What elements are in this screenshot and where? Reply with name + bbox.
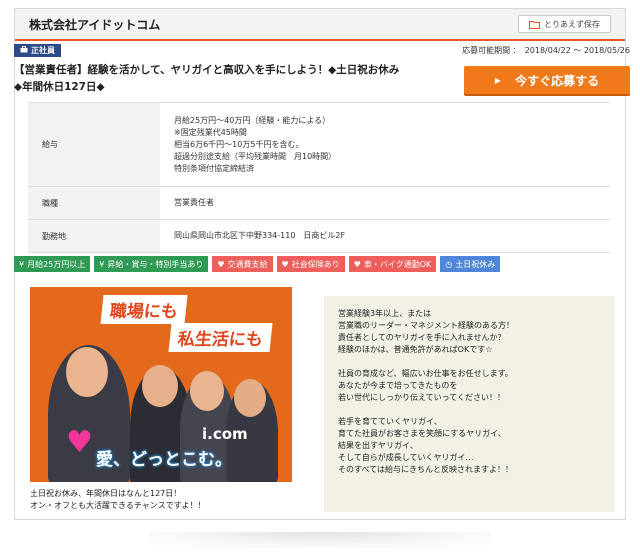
table-row: 勤務地 岡山県岡山市北区下中野334-110 日商ビル2F xyxy=(28,219,610,253)
caption-line: オン・オフとも大活躍できるチャンスですよ！！ xyxy=(30,501,206,510)
heart-icon: ♥ xyxy=(66,425,93,460)
heart-icon: ♥ xyxy=(281,259,289,269)
job-title[interactable]: 【営業責任者】経験を活かして、ヤリガイと高収入を手にしよう！◆土日祝お休み◆年間… xyxy=(14,62,404,96)
yen-icon: ¥ xyxy=(19,259,25,269)
description-line: あなたが今まで培ってきたものを xyxy=(338,381,458,390)
tag-salary: ¥ 月給25万円以上 xyxy=(14,256,91,272)
workplace-photo: 職場にも 私生活にも ♥ i.com 愛、どっとこむ。 xyxy=(30,287,292,482)
save-button[interactable]: とりあえず保存 xyxy=(518,15,611,33)
description-paragraph: 社員の育成など、幅広いお仕事をお任せします。 あなたが今まで培ってきたものを 若… xyxy=(338,368,600,404)
description-line: 結果を出すヤリガイ、 xyxy=(338,441,418,450)
period-label: 応募可能期間 ： xyxy=(462,46,521,55)
person-figure xyxy=(142,365,178,407)
clock-icon: ◷ xyxy=(445,259,453,269)
salary-key: 給与 xyxy=(28,102,160,187)
photo-slogan: 愛、どっとこむ。 xyxy=(96,450,232,470)
table-row: 給与 月給25万円～40万円（経験・能力による） ※固定残業代45時間 相当6万… xyxy=(28,102,610,187)
description-line: 若い世代にしっかり伝えていってください！！ xyxy=(338,393,505,402)
period-value: 2018/04/22 ～ 2018/05/26 xyxy=(524,46,630,55)
description-line: 経験のほかは、普通免許があればOKです☆ xyxy=(338,345,493,354)
salary-line: 超過分別途支給（平均残業時間 月10時間） xyxy=(174,151,337,161)
save-button-label: とりあえず保存 xyxy=(544,19,600,29)
heart-icon: ♥ xyxy=(217,259,225,269)
person-figure xyxy=(234,379,266,417)
tag-label: 車・バイク通勤OK xyxy=(363,259,432,269)
tag-commute: ♥ 車・バイク通勤OK xyxy=(348,256,437,272)
tag-insurance: ♥ 社会保険あり xyxy=(276,256,345,272)
heart-icon: ♥ xyxy=(353,259,361,269)
description-line: 若手を育てていくヤリガイ、 xyxy=(338,417,442,426)
photo-text-line1: 職場にも xyxy=(100,295,188,324)
description-line: 営業経験3年以上、または xyxy=(338,309,432,318)
feature-tags: ¥ 月給25万円以上 ¥ 昇給・賞与・特別手当あり ♥ 交通費支給 ♥ 社会保険あり ♥… xyxy=(14,256,501,272)
company-name[interactable]: 株式会社アイドットコム xyxy=(29,16,160,33)
meta-row: 正社員 応募可能期間 ： 2018/04/22 ～ 2018/05/26 xyxy=(14,44,630,58)
caption-line: 土日祝お休み、年間休日はなんと127日！ xyxy=(30,489,182,498)
briefcase-icon xyxy=(20,46,28,55)
apply-button[interactable]: ▶ 今すぐ応募する xyxy=(464,66,630,94)
play-icon: ▶ xyxy=(494,75,502,85)
description-line: 責任者としてのヤリガイを手に入れませんか？ xyxy=(338,333,506,342)
table-row: 職種 営業責任者 xyxy=(28,186,610,220)
salary-line: 特別条項付協定締結済 xyxy=(174,163,254,173)
salary-line: 相当6万6千円～10万5千円を含む。 xyxy=(174,139,304,149)
job-type-value: 営業責任者 xyxy=(160,186,610,220)
salary-line: 月給25万円～40万円（経験・能力による） xyxy=(174,115,331,125)
salary-line: ※固定残業代45時間 xyxy=(174,127,247,137)
tag-transport: ♥ 交通費支給 xyxy=(212,256,273,272)
folder-icon xyxy=(529,20,540,29)
tag-holidays: ◷ 土日祝休み xyxy=(440,256,501,272)
person-figure xyxy=(190,371,224,411)
tag-label: 土日祝休み xyxy=(455,259,496,269)
card-header: 株式会社アイドットコム とりあえず保存 xyxy=(15,9,625,41)
tag-label: 交通費支給 xyxy=(227,259,268,269)
description-line: そして自らが成長していくヤリガイ… xyxy=(338,453,474,462)
tag-label: 月給25万円以上 xyxy=(27,259,86,269)
yen-icon: ¥ xyxy=(99,259,105,269)
application-period: 応募可能期間 ： 2018/04/22 ～ 2018/05/26 xyxy=(462,45,630,56)
description-paragraph: 若手を育てていくヤリガイ、 育てた社員がお客さまを笑顔にするヤリガイ、 結果を出… xyxy=(338,416,600,476)
employment-badge: 正社員 xyxy=(14,44,61,57)
description-line: 社員の育成など、幅広いお仕事をお任せします。 xyxy=(338,369,513,378)
location-key: 勤務地 xyxy=(28,219,160,253)
photo-brand: i.com xyxy=(202,425,248,443)
description-line: 育てた社員がお客さまを笑顔にするヤリガイ、 xyxy=(338,429,506,438)
salary-value: 月給25万円～40万円（経験・能力による） ※固定残業代45時間 相当6万6千円… xyxy=(160,102,610,187)
person-figure xyxy=(66,347,108,397)
tag-label: 昇給・賞与・特別手当あり xyxy=(107,259,204,269)
card-shadow xyxy=(150,532,490,548)
photo-caption: 土日祝お休み、年間休日はなんと127日！ オン・オフとも大活躍できるチャンスです… xyxy=(30,488,310,512)
description-paragraph: 営業経験3年以上、または 営業職のリーダー・マネジメント経験のある方！ 責任者と… xyxy=(338,308,600,356)
job-description: 営業経験3年以上、または 営業職のリーダー・マネジメント経験のある方！ 責任者と… xyxy=(324,296,614,512)
job-type-key: 職種 xyxy=(28,186,160,220)
apply-button-label: 今すぐ応募する xyxy=(515,73,600,88)
location-value: 岡山県岡山市北区下中野334-110 日商ビル2F xyxy=(160,219,610,253)
tag-raise: ¥ 昇給・賞与・特別手当あり xyxy=(94,256,209,272)
employment-badge-label: 正社員 xyxy=(31,46,55,55)
job-info-table: 給与 月給25万円～40万円（経験・能力による） ※固定残業代45時間 相当6万… xyxy=(28,102,610,253)
description-line: そのすべては給与にきちんと反映されますよ！！ xyxy=(338,465,513,474)
photo-text-line2: 私生活にも xyxy=(168,323,273,352)
tag-label: 社会保険あり xyxy=(291,259,340,269)
description-line: 営業職のリーダー・マネジメント経験のある方！ xyxy=(338,321,514,330)
